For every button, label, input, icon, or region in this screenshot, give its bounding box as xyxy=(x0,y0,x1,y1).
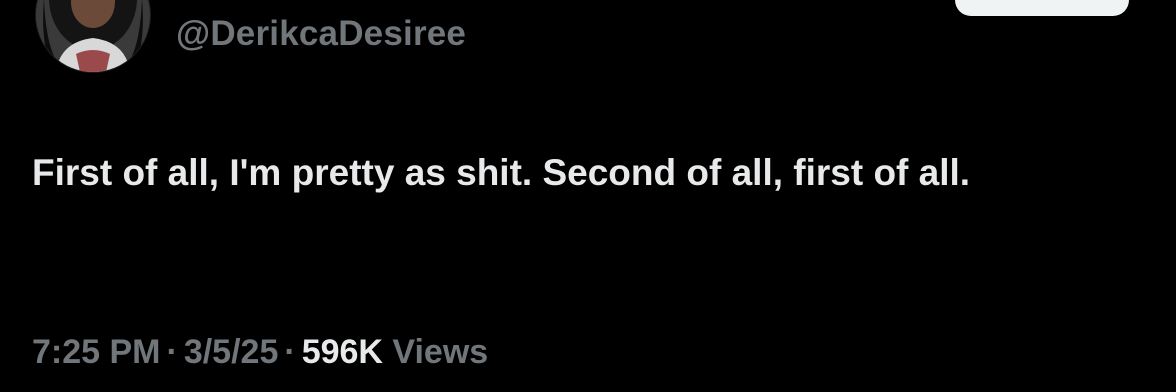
views-label: Views xyxy=(392,333,489,371)
tweet-meta: 7:25 PM · 3/5/25 · 596K Views xyxy=(32,333,488,372)
meta-separator: · xyxy=(166,333,178,371)
follow-button[interactable] xyxy=(955,0,1129,16)
avatar[interactable] xyxy=(36,0,150,72)
profile-photo-icon xyxy=(36,0,150,72)
tweet-time[interactable]: 7:25 PM xyxy=(32,333,161,371)
views-count[interactable]: 596K xyxy=(302,333,383,371)
meta-separator: · xyxy=(284,333,296,371)
tweet-text: First of all, I'm pretty as shit. Second… xyxy=(32,152,971,193)
author-handle[interactable]: @DerikcaDesiree xyxy=(176,14,466,54)
tweet-date[interactable]: 3/5/25 xyxy=(184,333,279,371)
